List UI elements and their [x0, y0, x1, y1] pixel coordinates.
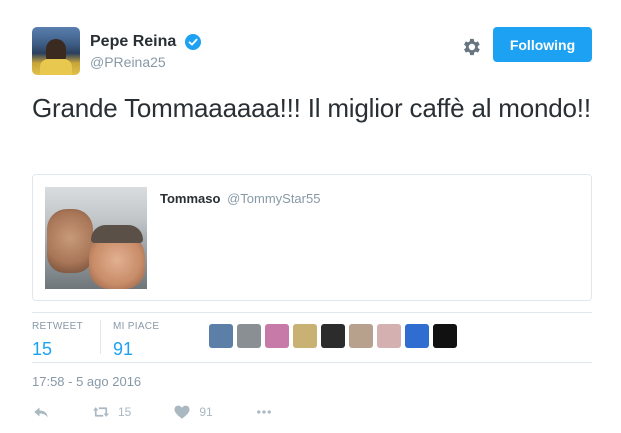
- avatar-figure: [46, 39, 66, 61]
- like-stat[interactable]: MI PIACE 91: [113, 321, 159, 360]
- author-name[interactable]: Pepe Reina: [90, 33, 176, 51]
- photo-person-left: [47, 209, 93, 273]
- more-icon: [256, 410, 271, 414]
- retweet-stat[interactable]: RETWEET 15: [32, 321, 83, 360]
- following-button[interactable]: Following: [493, 27, 592, 62]
- reply-icon: [34, 407, 48, 418]
- liker-avatar[interactable]: [237, 324, 261, 348]
- like-button[interactable]: 91: [173, 403, 213, 421]
- liker-avatar[interactable]: [405, 324, 429, 348]
- author-handle[interactable]: @PReina25: [90, 54, 201, 70]
- stats-top-divider: [32, 312, 592, 313]
- liker-avatar[interactable]: [209, 324, 233, 348]
- retweet-button[interactable]: 15: [92, 403, 131, 421]
- tweet-actions: 15 91: [32, 403, 315, 421]
- author-block: Pepe Reina @PReina25: [90, 33, 201, 70]
- liker-avatar[interactable]: [265, 324, 289, 348]
- liker-avatar[interactable]: [349, 324, 373, 348]
- liker-avatar[interactable]: [377, 324, 401, 348]
- like-stat-label: MI PIACE: [113, 321, 160, 332]
- stats-bottom-divider: [32, 362, 592, 363]
- heart-icon: [174, 405, 190, 419]
- more-button[interactable]: [255, 403, 273, 421]
- tweet-timestamp[interactable]: 17:58 - 5 ago 2016: [32, 374, 141, 389]
- avatar-shirt: [40, 59, 72, 75]
- quoted-author-handle[interactable]: @TommyStar55: [227, 191, 320, 206]
- retweet-stat-count: 15: [32, 339, 53, 359]
- retweet-action-count: 15: [118, 405, 132, 419]
- likers-avatar-list: [209, 324, 457, 348]
- stats-separator: [100, 320, 101, 354]
- verified-badge-icon: [184, 34, 201, 50]
- author-avatar[interactable]: [32, 27, 80, 75]
- gear-icon[interactable]: [460, 36, 482, 58]
- tweet-text: Grande Tommaaaaaa!!! Il miglior caffè al…: [32, 93, 591, 123]
- quoted-tweet-author: Tommaso @TommyStar55: [160, 191, 320, 206]
- like-action-count: 91: [199, 405, 213, 419]
- retweet-stat-label: RETWEET: [32, 321, 83, 332]
- liker-avatar[interactable]: [433, 324, 457, 348]
- quoted-author-name[interactable]: Tommaso: [160, 191, 220, 206]
- reply-button[interactable]: [32, 403, 50, 421]
- photo-person-right-hair: [91, 225, 143, 243]
- retweet-icon: [93, 407, 109, 417]
- liker-avatar[interactable]: [321, 324, 345, 348]
- quoted-tweet-card[interactable]: Tommaso @TommyStar55: [32, 174, 592, 301]
- liker-avatar[interactable]: [293, 324, 317, 348]
- like-stat-count: 91: [113, 339, 134, 359]
- quoted-tweet-photo[interactable]: [45, 187, 147, 289]
